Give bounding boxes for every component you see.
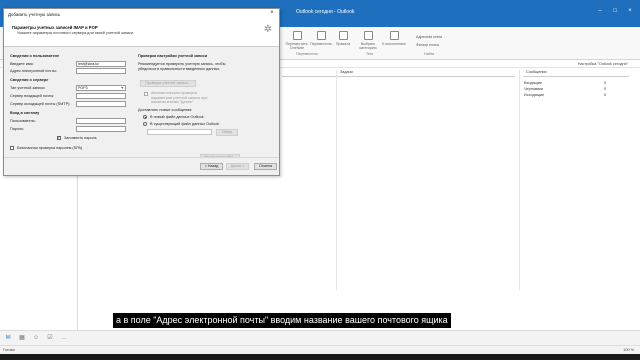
status-text: Готово (3, 348, 15, 352)
account-type-label: Тип учетной записи: (10, 86, 46, 90)
divider (282, 76, 342, 77)
back-button[interactable]: < Назад (200, 163, 223, 170)
ribbon-move-button[interactable]: Переместить (308, 31, 334, 46)
rules-icon (338, 31, 348, 40)
category-icon (363, 31, 373, 40)
flag-icon (389, 31, 399, 40)
your-name-label: Введите имя: (10, 62, 34, 66)
close-window-icon[interactable]: × (626, 8, 634, 14)
browse-button[interactable]: Обзор (216, 129, 238, 136)
incoming-server-label: Сервер входящей почты: (10, 94, 55, 98)
status-bar: Готово 100 % (0, 345, 640, 354)
remember-password-label: Запомнить пароль (64, 136, 97, 140)
filter-email-button[interactable]: Фильтр почты (416, 43, 439, 47)
password-field[interactable] (76, 126, 126, 132)
existing-data-file-label: В существующий файл данных Outlook (150, 122, 220, 126)
account-type-select[interactable]: POP3 ▼ (76, 85, 126, 91)
spa-label: Безопасная проверка паролем (SPA) (17, 146, 83, 150)
your-name-field[interactable]: test@skra.kz (76, 61, 126, 67)
deliver-section: Доставлять новые сообщения: (138, 108, 193, 112)
people-icon[interactable]: ☺ (32, 335, 40, 342)
cancel-button[interactable]: Отмена (254, 163, 277, 170)
new-data-file-label: В новый файл данных Outlook (150, 115, 204, 119)
email-field[interactable] (76, 68, 126, 74)
add-account-dialog: Добавить учетную запись × Параметры учет… (3, 8, 280, 176)
auto-test-checkbox[interactable] (144, 92, 148, 96)
password-label: Пароль: (10, 127, 25, 131)
list-item[interactable]: Исходящие 0 (524, 92, 606, 98)
existing-data-file-radio[interactable] (143, 122, 147, 126)
move-icon (316, 31, 326, 40)
tasks-heading: Задачи (340, 70, 353, 74)
existing-data-file-field[interactable] (147, 129, 212, 135)
video-subtitle: а в поле "Адрес электронной почты" вводи… (113, 313, 451, 328)
address-book-button[interactable]: Адресная книга (416, 35, 442, 39)
dialog-subheading: Укажите параметры почтового сервера для … (17, 31, 135, 35)
outgoing-server-label: Сервер исходящей почты (SMTP): (10, 102, 71, 106)
dialog-footer: < Назад Далее > Отмена (4, 157, 279, 175)
dialog-heading: Параметры учетных записей IMAP и POP (12, 25, 98, 30)
email-label: Адрес электронной почты: (10, 69, 57, 73)
ribbon-categorize-button[interactable]: Выбрать категорию (355, 31, 381, 50)
test-account-button[interactable]: Проверка учетной записи... (140, 80, 196, 87)
user-info-section: Сведения о пользователе (10, 54, 60, 58)
tasks-icon[interactable]: ☑ (46, 335, 54, 342)
taskbar (0, 354, 640, 360)
ribbon-group-tags: Теги (366, 52, 374, 56)
navigation-bar: ✉ ▦ ☺ ☑ … (0, 330, 640, 345)
close-icon[interactable]: × (268, 10, 276, 17)
dialog-body: Сведения о пользователе Введите имя: tes… (4, 47, 279, 161)
ribbon-followup-button[interactable]: К исполнению (381, 31, 407, 46)
messages-heading: Сообщения (526, 70, 547, 74)
maximize-icon[interactable]: □ (611, 8, 619, 14)
minimize-icon[interactable]: – (596, 8, 604, 14)
spa-checkbox[interactable] (10, 146, 14, 150)
folder-counts: Входящие 0 Черновики 0 Исходящие 0 (524, 80, 606, 98)
mail-icon[interactable]: ✉ (4, 335, 12, 342)
zoom-level: 100 % (623, 348, 634, 352)
divider (340, 76, 515, 77)
dialog-header: Параметры учетных записей IMAP и POP Ука… (4, 20, 279, 47)
test-description: Рекомендуется проверить учетную запись, … (138, 62, 226, 71)
dialog-title: Добавить учетную запись (8, 12, 61, 17)
customize-today-link[interactable]: Настройка "Outlook сегодня" (578, 62, 628, 66)
new-data-file-radio[interactable] (143, 115, 147, 119)
divider (519, 70, 520, 290)
window-title: Outlook сегодня - Outlook (296, 9, 355, 15)
divider (336, 70, 337, 290)
ribbon-group-find: Найти (424, 52, 435, 56)
divider (523, 76, 629, 77)
incoming-server-field[interactable] (76, 93, 126, 99)
chevron-down-icon: ▼ (120, 86, 124, 90)
wizard-icon: ✲ (263, 24, 273, 35)
user-name-field[interactable] (76, 118, 126, 124)
ribbon-move-onenote-button[interactable]: Переместить: OneNote (284, 31, 310, 50)
test-settings-section: Проверка настройки учетной записи (138, 54, 208, 58)
login-section: Вход в систему (10, 111, 40, 115)
next-button[interactable]: Далее > (226, 163, 249, 170)
ribbon-group-move: Переместить (296, 52, 319, 56)
calendar-icon[interactable]: ▦ (18, 335, 26, 342)
more-icon[interactable]: … (60, 335, 68, 342)
onenote-icon (292, 31, 302, 40)
user-name-label: Пользователь: (10, 119, 36, 123)
server-info-section: Сведения о сервере (10, 78, 49, 82)
outgoing-server-field[interactable] (76, 101, 126, 107)
remember-password-checkbox[interactable] (57, 135, 61, 140)
auto-test-label: Автоматическая проверка параметров учетн… (151, 91, 208, 104)
